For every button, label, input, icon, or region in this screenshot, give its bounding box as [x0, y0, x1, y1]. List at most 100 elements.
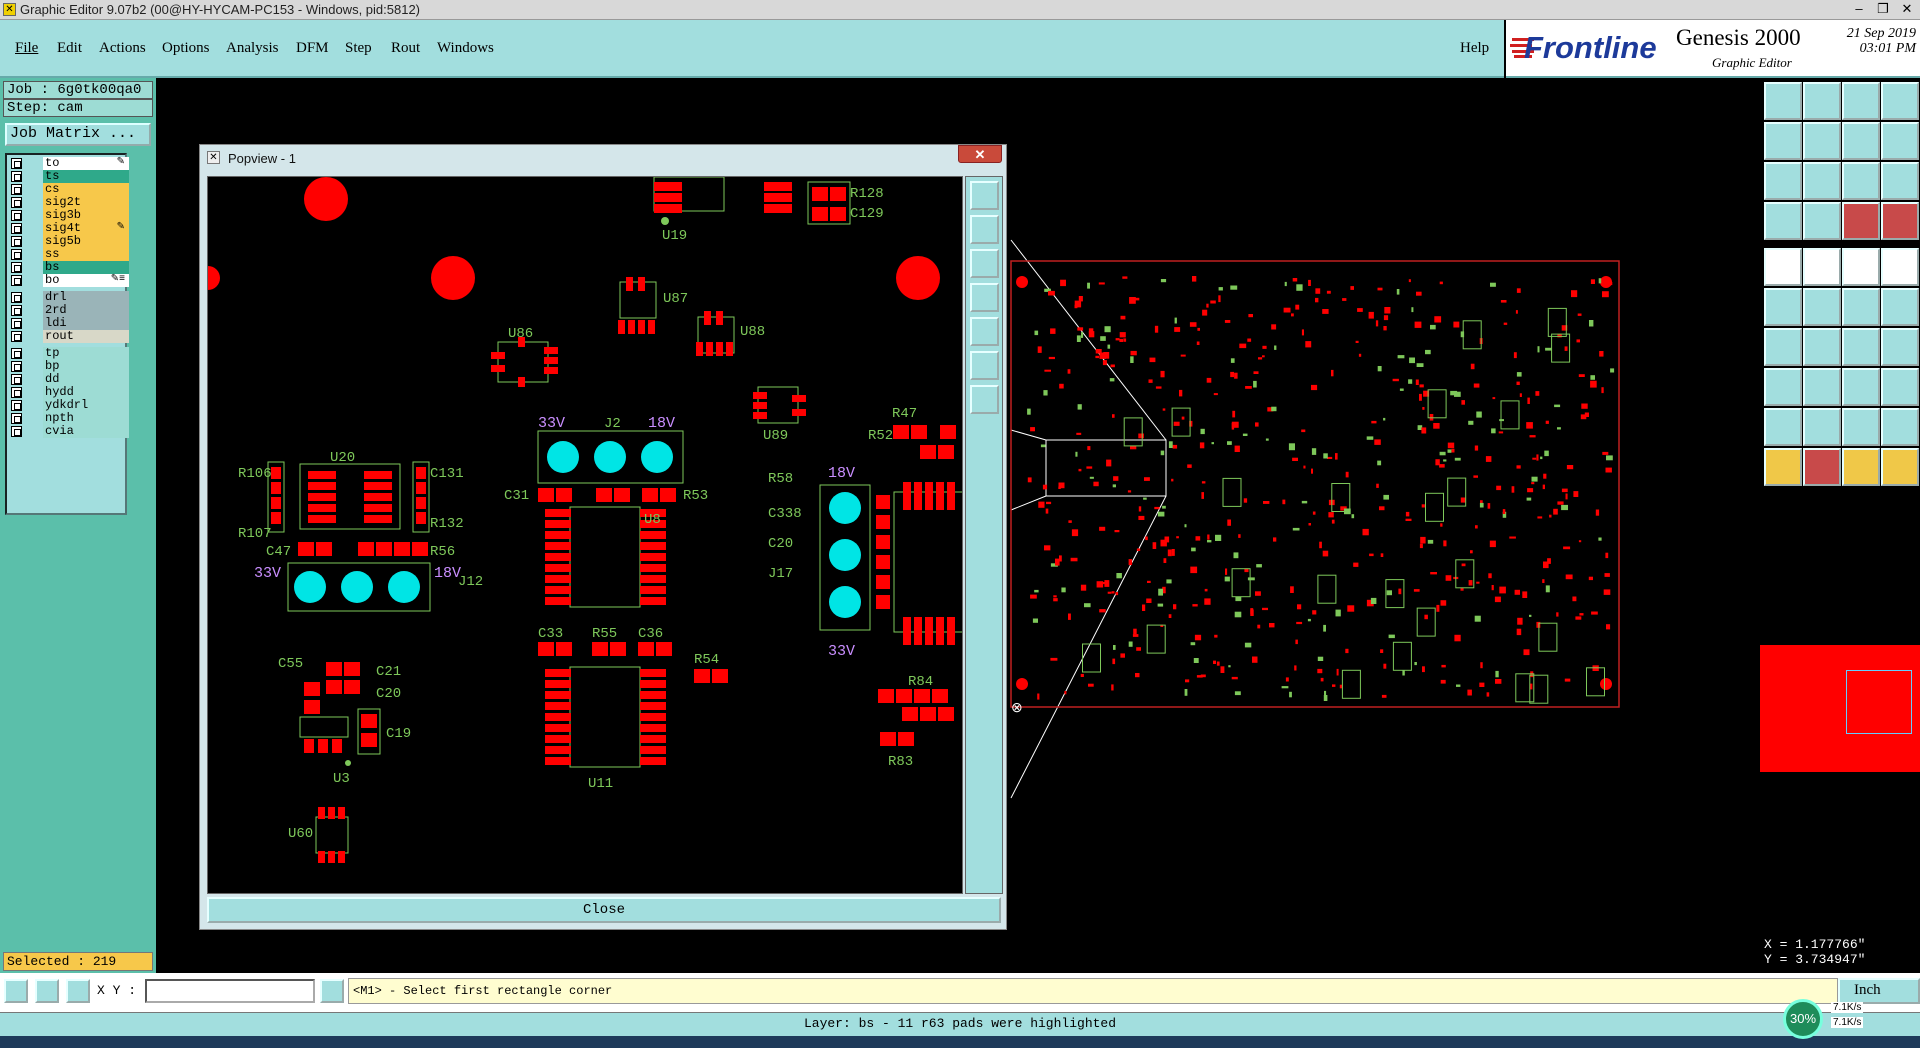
- layer-checkbox[interactable]: [11, 305, 22, 316]
- popview-canvas[interactable]: R128 C129 U19 U86 U87 U88 U89 33V J2 18V…: [207, 176, 963, 894]
- snap-tool-button[interactable]: [35, 979, 59, 1003]
- attributes-button[interactable]: [1881, 328, 1919, 366]
- layer-checkbox[interactable]: [11, 171, 22, 182]
- layer-checkbox[interactable]: [11, 413, 22, 424]
- menu-file[interactable]: File: [15, 40, 38, 57]
- draw-line-button[interactable]: [1764, 328, 1802, 366]
- triangle-b-button[interactable]: [1803, 408, 1841, 446]
- fiducial-button[interactable]: [1881, 368, 1919, 406]
- layer-checkbox[interactable]: [11, 374, 22, 385]
- layer-row-to[interactable]: to ✎: [7, 156, 129, 170]
- triangle-d-button[interactable]: [1881, 408, 1919, 446]
- pan-right-button[interactable]: [1803, 122, 1841, 160]
- menu-rout[interactable]: Rout: [391, 40, 420, 57]
- layer-row-cvia[interactable]: cvia: [7, 425, 129, 438]
- popview-zoom-fit-button[interactable]: [970, 181, 999, 210]
- rotate-button[interactable]: [1842, 328, 1880, 366]
- menu-actions[interactable]: Actions: [99, 40, 146, 57]
- popview-close-x[interactable]: ✕: [958, 145, 1002, 163]
- popview-zoom-in-button[interactable]: [970, 351, 999, 380]
- layer-checkbox[interactable]: [11, 275, 22, 286]
- popview-close-button[interactable]: Close: [207, 897, 1001, 923]
- close-window-button[interactable]: ✕: [1896, 1, 1918, 18]
- popview-pan-right-button[interactable]: [970, 317, 999, 346]
- scale-1-2-button[interactable]: [1842, 162, 1880, 200]
- layer-row-ts[interactable]: ts: [7, 170, 129, 183]
- layer-checkbox[interactable]: [11, 400, 22, 411]
- measure-tool-button[interactable]: [4, 979, 28, 1003]
- layer-row-bp[interactable]: bp: [7, 360, 129, 373]
- layer-row-drl[interactable]: drl: [7, 291, 129, 304]
- zoom-home-button[interactable]: [1764, 82, 1802, 120]
- layer-checkbox[interactable]: [11, 197, 22, 208]
- layer-row-tp[interactable]: tp: [7, 347, 129, 360]
- info-button[interactable]: [320, 979, 344, 1003]
- grid-tool-button[interactable]: [66, 979, 90, 1003]
- split-view-button[interactable]: [1881, 82, 1919, 120]
- zoom-window-button[interactable]: [1803, 82, 1841, 120]
- layer-row-rout[interactable]: rout: [7, 330, 129, 343]
- menu-dfm[interactable]: DFM: [296, 40, 329, 57]
- popview-pan-down-button[interactable]: [970, 249, 999, 278]
- grid-toggle-button[interactable]: [1803, 202, 1841, 240]
- layer-checkbox[interactable]: [11, 426, 22, 437]
- layer-checkbox[interactable]: [11, 361, 22, 372]
- layer-row-sig5b[interactable]: sig5b: [7, 235, 129, 248]
- fit-profile-button[interactable]: [1803, 162, 1841, 200]
- menu-windows[interactable]: Windows: [437, 40, 494, 57]
- popview-pan-left-button[interactable]: [970, 283, 999, 312]
- xy-input[interactable]: [145, 979, 315, 1003]
- popview-zoom-out-button[interactable]: [970, 385, 999, 414]
- layer-red-a-button[interactable]: [1842, 202, 1880, 240]
- delete-node-button[interactable]: [1803, 288, 1841, 326]
- layer-checkbox[interactable]: [11, 318, 22, 329]
- pad-add-button[interactable]: [1764, 368, 1802, 406]
- layer-row-bo[interactable]: bo ✎≡: [7, 273, 129, 287]
- add-node-button[interactable]: [1764, 288, 1802, 326]
- zoom-prev-button[interactable]: [1842, 122, 1880, 160]
- select-pad-button[interactable]: [1764, 248, 1802, 286]
- pointer-a-button[interactable]: [1764, 448, 1802, 486]
- layer-checkbox[interactable]: [11, 236, 22, 247]
- resize-button[interactable]: [1803, 248, 1841, 286]
- triangle-c-button[interactable]: [1842, 408, 1880, 446]
- layer-checkbox[interactable]: [11, 184, 22, 195]
- pointer-c-button[interactable]: [1842, 448, 1880, 486]
- align-button[interactable]: [1842, 368, 1880, 406]
- job-matrix-button[interactable]: Job Matrix ...: [5, 123, 151, 146]
- measure-button[interactable]: [1764, 202, 1802, 240]
- break-line-button[interactable]: [1881, 288, 1919, 326]
- layer-red-b-button[interactable]: [1881, 202, 1919, 240]
- connect-line-button[interactable]: [1842, 288, 1880, 326]
- menu-edit[interactable]: Edit: [57, 40, 82, 57]
- pointer-d-button[interactable]: [1881, 448, 1919, 486]
- layer-checkbox[interactable]: [11, 262, 22, 273]
- layer-checkbox[interactable]: [11, 292, 22, 303]
- layer-checkbox[interactable]: [11, 223, 22, 234]
- point-select-button[interactable]: [1881, 248, 1919, 286]
- menu-analysis[interactable]: Analysis: [226, 40, 279, 57]
- zoom-next-button[interactable]: [1881, 122, 1919, 160]
- navigation-viewport-box[interactable]: [1846, 670, 1912, 734]
- layer-row-ss[interactable]: ss: [7, 248, 129, 261]
- edit-line-button[interactable]: [1803, 328, 1841, 366]
- triangle-a-button[interactable]: [1764, 408, 1802, 446]
- layer-checkbox[interactable]: [11, 348, 22, 359]
- menu-step[interactable]: Step: [345, 40, 372, 57]
- layer-checkbox[interactable]: [11, 210, 22, 221]
- home-icon-button[interactable]: [1842, 82, 1880, 120]
- layer-checkbox[interactable]: [11, 249, 22, 260]
- menu-help[interactable]: Help: [1460, 40, 1489, 57]
- layer-checkbox[interactable]: [11, 158, 22, 169]
- layer-row-2rd[interactable]: 2rd: [7, 304, 129, 317]
- pan-left-button[interactable]: [1764, 122, 1802, 160]
- line-cut-button[interactable]: [1803, 368, 1841, 406]
- pointer-b-button[interactable]: [1803, 448, 1841, 486]
- popview-pan-up-button[interactable]: [970, 215, 999, 244]
- layer-row-bs[interactable]: bs: [7, 261, 129, 274]
- layer-checkbox[interactable]: [11, 387, 22, 398]
- layer-checkbox[interactable]: [11, 331, 22, 342]
- minimize-button[interactable]: –: [1848, 1, 1870, 18]
- help-query-button[interactable]: [1881, 162, 1919, 200]
- fit-all-button[interactable]: [1764, 162, 1802, 200]
